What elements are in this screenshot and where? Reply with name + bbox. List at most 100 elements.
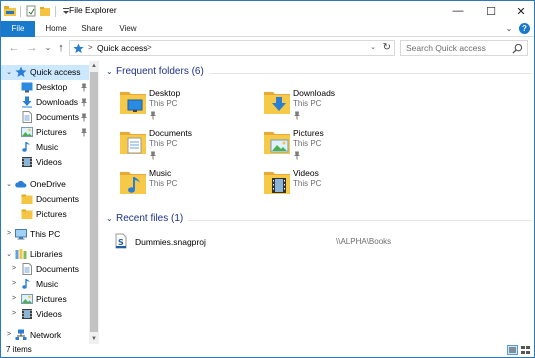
navigation-pane-scrollbar[interactable]: ▲ ▼: [89, 61, 99, 344]
expand-arrow-icon[interactable]: >: [10, 280, 18, 287]
folder-tile-downloads[interactable]: Downloads This PC: [263, 86, 413, 128]
expand-arrow-icon[interactable]: >: [5, 230, 13, 237]
nav-item-label: Downloads: [36, 97, 79, 107]
nav-item-desktop[interactable]: Desktop: [1, 80, 89, 95]
breadcrumb-quick-access[interactable]: Quick access: [97, 43, 148, 53]
tab-share[interactable]: Share: [77, 21, 107, 37]
back-button[interactable]: ←: [7, 41, 21, 55]
window-title: File Explorer: [69, 5, 117, 15]
nav-item-this-pc[interactable]: > This PC: [1, 227, 89, 242]
address-bar[interactable]: > Quick access > ⌄ ↻: [69, 40, 395, 56]
large-icons-view-icon[interactable]: [520, 345, 531, 355]
nav-item-videos[interactable]: Videos: [1, 155, 89, 170]
tab-view[interactable]: View: [114, 21, 142, 37]
maximize-button[interactable]: ☐: [476, 1, 506, 21]
folder-location: This PC: [149, 99, 178, 108]
nav-item-music[interactable]: Music: [1, 140, 89, 155]
breadcrumb-separator[interactable]: >: [88, 43, 93, 52]
nav-item-music[interactable]: > Music: [1, 277, 89, 292]
documents-folder-icon: [119, 126, 147, 156]
desktop-icon: [21, 81, 33, 93]
recent-file-name: Dummies.snagproj: [135, 237, 206, 247]
scrollbar-thumb[interactable]: [90, 72, 98, 332]
nav-item-libraries[interactable]: ⌄ Libraries: [1, 247, 89, 262]
nav-item-label: Libraries: [30, 249, 63, 259]
nav-item-videos[interactable]: > Videos: [1, 307, 89, 322]
folder-tile-documents[interactable]: Documents This PC: [119, 126, 269, 168]
nav-item-label: Music: [36, 279, 59, 289]
pin-icon: [293, 151, 301, 160]
folder-tile-pictures[interactable]: Pictures This PC: [263, 126, 413, 168]
new-folder-icon[interactable]: [39, 5, 51, 17]
folder-tile-music[interactable]: Music This PC: [119, 166, 269, 208]
folder-name: Videos: [293, 168, 319, 178]
nav-item-documents[interactable]: Documents: [1, 110, 89, 125]
expand-arrow-icon[interactable]: >: [10, 310, 18, 317]
toolbar-separator: [55, 5, 56, 17]
folder-tile-desktop[interactable]: Desktop This PC: [119, 86, 269, 128]
desktop-folder-icon: [119, 86, 147, 116]
nav-item-pictures[interactable]: > Pictures: [1, 292, 89, 307]
nav-item-downloads[interactable]: Downloads: [1, 95, 89, 110]
videos-folder-icon: [263, 166, 291, 196]
nav-item-label: Network: [30, 330, 62, 340]
collapse-chevron-icon[interactable]: ⌄: [106, 214, 113, 223]
up-button[interactable]: ↑: [54, 41, 68, 55]
nav-item-pictures[interactable]: Pictures: [1, 125, 89, 140]
tab-home[interactable]: Home: [41, 21, 71, 37]
navigation-bar: ← → ⌄ ↑ > Quick access > ⌄ ↻ Search Quic…: [1, 38, 534, 58]
videos-icon: [21, 156, 33, 168]
folder-location: This PC: [293, 139, 322, 148]
expand-arrow-icon[interactable]: ⌄: [5, 68, 13, 76]
expand-arrow-icon[interactable]: ⌄: [5, 250, 13, 258]
details-view-icon[interactable]: [507, 345, 518, 355]
nav-item-label: Documents: [36, 112, 79, 122]
help-icon[interactable]: ?: [519, 23, 530, 34]
nav-item-quick-access[interactable]: ⌄ Quick access: [1, 65, 89, 80]
expand-arrow-icon[interactable]: ⌄: [5, 180, 13, 188]
recent-locations-button[interactable]: ⌄: [41, 41, 55, 55]
scroll-up-arrow[interactable]: ▲: [89, 61, 99, 71]
pictures-icon: [21, 126, 33, 138]
properties-icon[interactable]: [25, 5, 37, 17]
expand-arrow-icon[interactable]: >: [5, 331, 13, 338]
star-icon: [15, 66, 27, 78]
nav-item-pictures[interactable]: Pictures: [1, 207, 89, 222]
search-icon[interactable]: [512, 43, 523, 54]
minimize-button[interactable]: —: [443, 1, 473, 21]
pictures-folder-icon: [263, 126, 291, 156]
nav-item-onedrive[interactable]: ⌄ OneDrive: [1, 177, 89, 192]
scroll-down-arrow[interactable]: ▼: [89, 334, 99, 344]
expand-arrow-icon[interactable]: >: [10, 295, 18, 302]
nav-item-label: This PC: [30, 229, 61, 239]
file-explorer-app-icon[interactable]: [4, 5, 16, 17]
recent-file-row[interactable]: S Dummies.snagproj \\ALPHA\Books: [115, 233, 525, 251]
frequent-folders-header[interactable]: ⌄ Frequent folders (6): [106, 66, 534, 80]
close-button[interactable]: ✕: [506, 1, 535, 21]
breadcrumb-separator[interactable]: >: [147, 43, 152, 52]
tab-file[interactable]: File: [1, 21, 35, 37]
downloads-icon: [21, 96, 33, 108]
nav-item-network[interactable]: > Network: [1, 328, 89, 343]
downloads-folder-icon: [263, 86, 291, 116]
search-box[interactable]: Search Quick access: [400, 40, 528, 56]
nav-item-documents[interactable]: > Documents: [1, 262, 89, 277]
this-pc-icon: [15, 228, 27, 240]
search-input[interactable]: Search Quick access: [406, 43, 486, 53]
group-divider: [209, 73, 531, 74]
forward-button[interactable]: →: [25, 41, 39, 55]
collapse-chevron-icon[interactable]: ⌄: [106, 67, 113, 76]
folder-icon: [21, 208, 33, 220]
address-dropdown-icon[interactable]: ⌄: [370, 43, 376, 51]
pin-icon: [149, 111, 157, 120]
folder-tile-videos[interactable]: Videos This PC: [263, 166, 413, 208]
pictures-icon: [21, 293, 33, 305]
expand-ribbon-icon[interactable]: ⌄: [504, 24, 514, 34]
nav-item-documents[interactable]: Documents: [1, 192, 89, 207]
recent-files-header[interactable]: ⌄ Recent files (1): [106, 213, 534, 227]
toolbar-separator: [20, 5, 21, 17]
refresh-button[interactable]: ↻: [383, 42, 391, 53]
folder-location: This PC: [293, 179, 322, 188]
expand-arrow-icon[interactable]: >: [10, 265, 18, 272]
group-title: Recent files (1): [116, 213, 184, 224]
